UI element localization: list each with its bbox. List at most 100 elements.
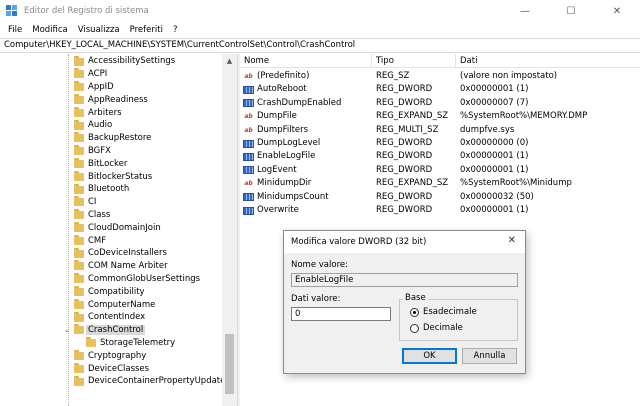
value-name-cell: Overwrite: [257, 205, 299, 215]
folder-icon: [74, 183, 84, 194]
tree-item-label: CoDeviceInstallers: [88, 248, 167, 259]
tree-item[interactable]: ContentIndex: [0, 311, 237, 324]
tree-item[interactable]: BitLocker: [0, 157, 237, 170]
folder-icon: [74, 157, 84, 168]
tree-item[interactable]: Bluetooth: [0, 183, 237, 196]
column-header-name[interactable]: Nome: [240, 54, 372, 68]
tree-item-label: Class: [88, 209, 111, 220]
menu-visualizza[interactable]: Visualizza: [73, 25, 125, 35]
folder-icon: [74, 234, 84, 245]
tree-item[interactable]: ⌄ CrashControl: [0, 324, 237, 337]
column-header-data[interactable]: Dati: [456, 54, 640, 68]
menu-preferiti[interactable]: Preferiti: [125, 25, 168, 35]
binary-value-icon: [243, 99, 254, 108]
binary-value-icon: [243, 206, 254, 215]
value-data-input[interactable]: 0: [291, 307, 391, 321]
tree-item[interactable]: Class: [0, 209, 237, 222]
value-type-cell: REG_DWORD: [376, 97, 433, 108]
cancel-button[interactable]: Annulla: [462, 348, 517, 364]
string-value-icon: ab: [244, 113, 253, 121]
binary-value-icon: [243, 166, 254, 175]
tree-item[interactable]: ACPI: [0, 68, 237, 81]
tree-item[interactable]: DeviceContainerPropertyUpdateEvents: [0, 375, 237, 388]
binary-value-icon: [243, 152, 254, 161]
binary-value-icon: [243, 193, 254, 202]
tree-item[interactable]: CoDeviceInstallers: [0, 247, 237, 260]
menu-modifica[interactable]: Modifica: [27, 25, 73, 35]
folder-icon: [74, 311, 84, 322]
value-data-cell: 0x00000032 (50): [460, 191, 534, 202]
tree-item[interactable]: COM Name Arbiter: [0, 260, 237, 273]
value-name-cell: MinidumpsCount: [257, 191, 329, 202]
tree-scroll-thumb[interactable]: [225, 334, 234, 394]
folder-icon: [74, 209, 84, 220]
tree-item-label: Cryptography: [88, 350, 147, 361]
window-title: Editor del Registro di sistema: [24, 6, 149, 16]
tree-item[interactable]: Arbiters: [0, 106, 237, 119]
tree-item[interactable]: CI: [0, 196, 237, 209]
value-row[interactable]: AutoReboot REG_DWORD 0x00000001 (1): [240, 83, 640, 96]
folder-icon: [74, 81, 84, 92]
tree-item[interactable]: CommonGlobUserSettings: [0, 273, 237, 286]
radio-hex[interactable]: [410, 308, 419, 317]
tree-item[interactable]: AccessibilitySettings: [0, 55, 237, 68]
value-row[interactable]: EnableLogFile REG_DWORD 0x00000001 (1): [240, 150, 640, 163]
minimize-button[interactable]: —: [502, 0, 548, 22]
value-row[interactable]: CrashDumpEnabled REG_DWORD 0x00000007 (7): [240, 97, 640, 110]
tree-item[interactable]: DeviceClasses: [0, 362, 237, 375]
value-row[interactable]: Overwrite REG_DWORD 0x00000001 (1): [240, 204, 640, 217]
edit-dword-dialog: Modifica valore DWORD (32 bit) ✕ Nome va…: [283, 230, 526, 374]
tree-item[interactable]: StorageTelemetry: [0, 337, 237, 350]
tree-item-label: Bluetooth: [88, 184, 130, 195]
tree-item[interactable]: Cryptography: [0, 349, 237, 362]
dialog-close-icon[interactable]: ✕: [508, 235, 516, 246]
value-data-cell: 0x00000001 (1): [460, 84, 529, 95]
value-data-cell: dumpfve.sys: [460, 124, 515, 135]
folder-icon: [74, 132, 84, 143]
radio-hex-label[interactable]: Esadecimale: [423, 307, 477, 317]
address-bar[interactable]: Computer\HKEY_LOCAL_MACHINE\SYSTEM\Curre…: [0, 38, 640, 53]
tree-item-label: Compatibility: [88, 286, 145, 297]
value-name-cell: CrashDumpEnabled: [257, 97, 342, 108]
tree-item[interactable]: Compatibility: [0, 285, 237, 298]
menu-file[interactable]: File: [3, 25, 27, 35]
value-row[interactable]: LogEvent REG_DWORD 0x00000001 (1): [240, 164, 640, 177]
folder-icon: [74, 298, 84, 309]
tree-item-label: AppID: [88, 81, 114, 92]
maximize-button[interactable]: ☐: [548, 0, 594, 22]
tree-item[interactable]: BGFX: [0, 145, 237, 158]
value-type-cell: REG_MULTI_SZ: [376, 124, 439, 135]
tree-item[interactable]: BitlockerStatus: [0, 170, 237, 183]
scroll-up-icon[interactable]: ▲: [222, 54, 237, 68]
radio-decimal[interactable]: [410, 324, 419, 333]
menu-bar: File Modifica Visualizza Preferiti ?: [0, 22, 640, 38]
tree-item[interactable]: AppID: [0, 81, 237, 94]
value-row[interactable]: MinidumpsCount REG_DWORD 0x00000032 (50): [240, 191, 640, 204]
tree-item[interactable]: CMF: [0, 234, 237, 247]
tree-item[interactable]: Audio: [0, 119, 237, 132]
tree-item[interactable]: AppReadiness: [0, 93, 237, 106]
tree-item[interactable]: CloudDomainJoin: [0, 221, 237, 234]
value-row[interactable]: ab DumpFile REG_EXPAND_SZ %SystemRoot%\MEMO…: [240, 110, 640, 123]
value-row[interactable]: ab (Predefinito) REG_SZ (valore non imposta…: [240, 70, 640, 83]
ok-button[interactable]: OK: [402, 348, 457, 364]
value-row[interactable]: ab DumpFilters REG_MULTI_SZ dumpfve.sys: [240, 124, 640, 137]
chevron-down-icon[interactable]: ⌄: [64, 326, 70, 334]
value-name-field: EnableLogFile: [291, 273, 518, 287]
menu-help[interactable]: ?: [168, 25, 183, 35]
tree-item[interactable]: ComputerName: [0, 298, 237, 311]
radio-decimal-label[interactable]: Decimale: [423, 323, 463, 333]
value-row[interactable]: ab MinidumpDir REG_EXPAND_SZ %SystemRoot%\M…: [240, 177, 640, 190]
value-data-cell: 0x00000001 (1): [460, 151, 529, 162]
column-header-type[interactable]: Tipo: [372, 54, 456, 68]
value-data-cell: %SystemRoot%\MEMORY.DMP: [460, 111, 588, 122]
binary-value-icon: [243, 139, 254, 148]
tree-item[interactable]: BackupRestore: [0, 132, 237, 145]
value-row[interactable]: DumpLogLevel REG_DWORD 0x00000000 (0): [240, 137, 640, 150]
tree-item-label: BGFX: [88, 145, 111, 156]
value-data-label: Dati valore:: [291, 294, 341, 304]
close-window-button[interactable]: ✕: [594, 0, 640, 22]
tree-scrollbar[interactable]: ▲: [222, 54, 237, 406]
value-type-cell: REG_DWORD: [376, 138, 433, 148]
value-name-cell: DumpFile: [257, 111, 297, 122]
